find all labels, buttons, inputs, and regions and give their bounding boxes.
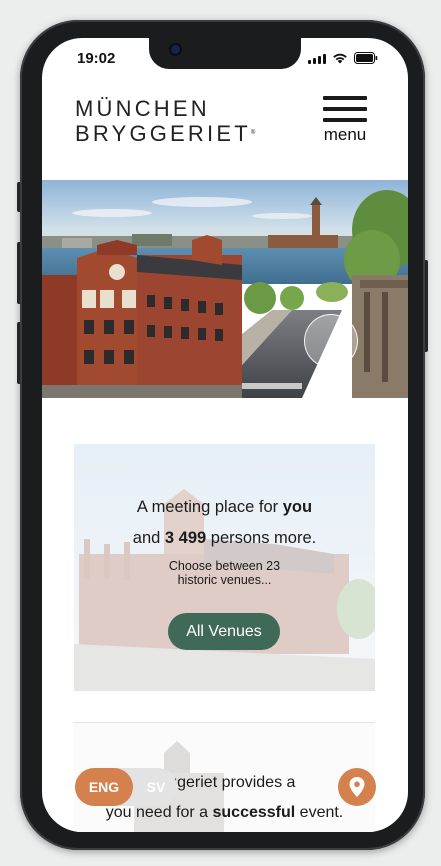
all-venues-button[interactable]: All Venues <box>168 613 280 650</box>
tagline-line-1: A meeting place for you <box>136 498 313 516</box>
menu-label: menu <box>323 125 367 144</box>
hero-image <box>42 180 408 398</box>
registered-mark: ® <box>250 130 256 136</box>
cellular-signal-icon <box>308 53 326 64</box>
phone-screen: 19:02 MÜNCHEN BRYGGERIET® menu A meeting… <box>42 38 408 832</box>
status-time: 19:02 <box>77 50 116 67</box>
stockholm-brewery-photo <box>42 180 408 398</box>
status-icons <box>308 52 378 64</box>
map-pin-icon <box>349 777 365 797</box>
language-switch[interactable]: ENG SV <box>75 768 177 806</box>
language-option-eng[interactable]: ENG <box>75 768 133 806</box>
tagline-line-2: and 3 499 persons more. <box>132 529 317 547</box>
location-button[interactable] <box>338 768 376 806</box>
menu-button[interactable]: menu <box>322 96 368 148</box>
language-option-sv[interactable]: SV <box>139 768 173 806</box>
image-pan-indicator[interactable] <box>304 314 358 368</box>
brand-logo[interactable]: MÜNCHEN BRYGGERIET® <box>75 96 255 146</box>
notch <box>149 38 301 69</box>
logo-line-1: MÜNCHEN <box>75 96 210 121</box>
logo-line-2: BRYGGERIET® <box>75 121 256 146</box>
hamburger-icon <box>322 96 368 122</box>
venues-card-text: A meeting place for you and 3 499 person… <box>74 492 375 587</box>
venues-card: A meeting place for you and 3 499 person… <box>74 444 375 691</box>
wifi-icon <box>333 53 347 64</box>
front-camera <box>171 45 180 54</box>
venues-subtitle: Choose between 23 historic venues... <box>168 559 281 587</box>
battery-icon <box>354 52 378 64</box>
